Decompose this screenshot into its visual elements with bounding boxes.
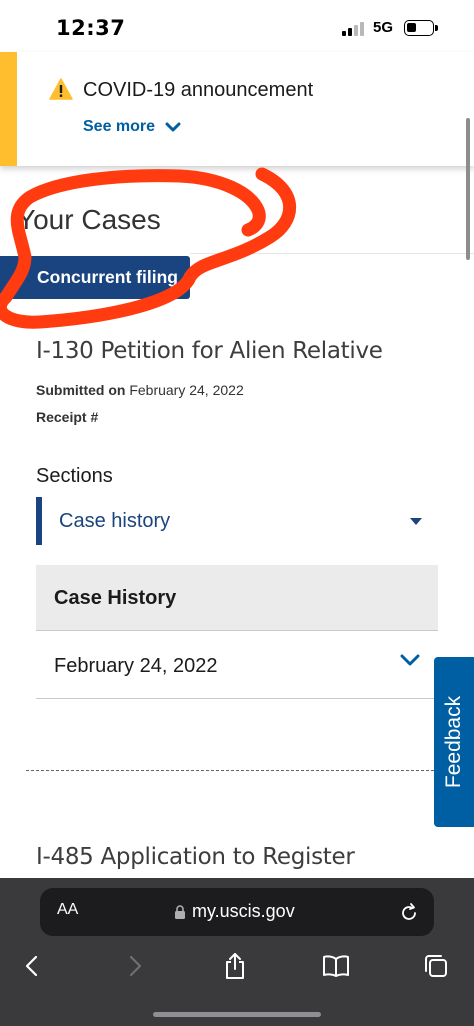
home-indicator (153, 1012, 321, 1017)
feedback-label: Feedback (442, 695, 465, 789)
chevron-down-icon (400, 654, 420, 666)
reload-icon[interactable] (400, 902, 418, 922)
warning-icon (49, 78, 73, 100)
submitted-line: Submitted on February 24, 2022 (36, 382, 244, 398)
forward-button[interactable] (119, 950, 151, 982)
chevron-right-icon (129, 955, 142, 977)
page-title: Your Cases (17, 204, 161, 235)
back-button[interactable] (16, 950, 48, 982)
scrollbar[interactable] (466, 118, 470, 260)
annotation-circle (0, 167, 297, 329)
book-icon (323, 955, 349, 977)
url-display: my.uscis.gov (174, 901, 295, 922)
tabs-icon (425, 955, 447, 977)
sections-label: Sections (36, 465, 113, 487)
see-more-label: See more (83, 118, 156, 135)
status-bar: 12:37 5G (0, 0, 474, 52)
caret-down-icon (410, 518, 422, 525)
receipt-label: Receipt # (36, 409, 99, 425)
chevron-down-icon (165, 122, 181, 131)
divider (190, 253, 474, 254)
case-history-title: Case History (54, 587, 177, 609)
feedback-button[interactable]: Feedback (434, 657, 474, 827)
chevron-left-icon (25, 955, 38, 977)
case-history-row[interactable]: February 24, 2022 (36, 631, 438, 699)
alert-title: COVID-19 announcement (83, 79, 314, 101)
case-title: I-130 Petition for Alien Relative (36, 338, 383, 364)
section-select[interactable]: Case history (36, 497, 438, 545)
covid-alert: COVID-19 announcement See more (0, 52, 474, 166)
bookmarks-button[interactable] (320, 950, 352, 982)
clock: 12:37 (56, 16, 126, 40)
alert-accent-bar (0, 52, 17, 166)
section-select-value: Case history (59, 510, 171, 532)
text-size-button[interactable]: AA (57, 901, 78, 919)
link-icon (11, 270, 26, 285)
concurrent-filing-button[interactable]: Concurrent filing (0, 256, 190, 299)
receipt-line: Receipt # (36, 409, 108, 425)
lock-icon (175, 904, 185, 919)
address-bar[interactable]: AA my.uscis.gov (40, 888, 434, 936)
case-history-header: Case History (36, 565, 438, 631)
case-separator (26, 770, 474, 771)
concurrent-filing-label: Concurrent filing (37, 267, 178, 287)
signal-icon (342, 22, 366, 36)
share-icon (226, 953, 244, 979)
history-date: February 24, 2022 (54, 655, 218, 677)
network-label: 5G (373, 19, 394, 36)
battery-icon (404, 20, 438, 36)
select-accent-bar (36, 497, 42, 545)
see-more-link[interactable]: See more (83, 118, 181, 136)
share-button[interactable] (219, 950, 251, 982)
submitted-label: Submitted on (36, 382, 126, 398)
url-text: my.uscis.gov (192, 901, 295, 921)
next-case-title: I-485 Application to Register (36, 844, 355, 870)
submitted-date: February 24, 2022 (129, 382, 244, 398)
tabs-button[interactable] (420, 950, 452, 982)
browser-toolbar: AA my.uscis.gov (0, 878, 474, 1026)
